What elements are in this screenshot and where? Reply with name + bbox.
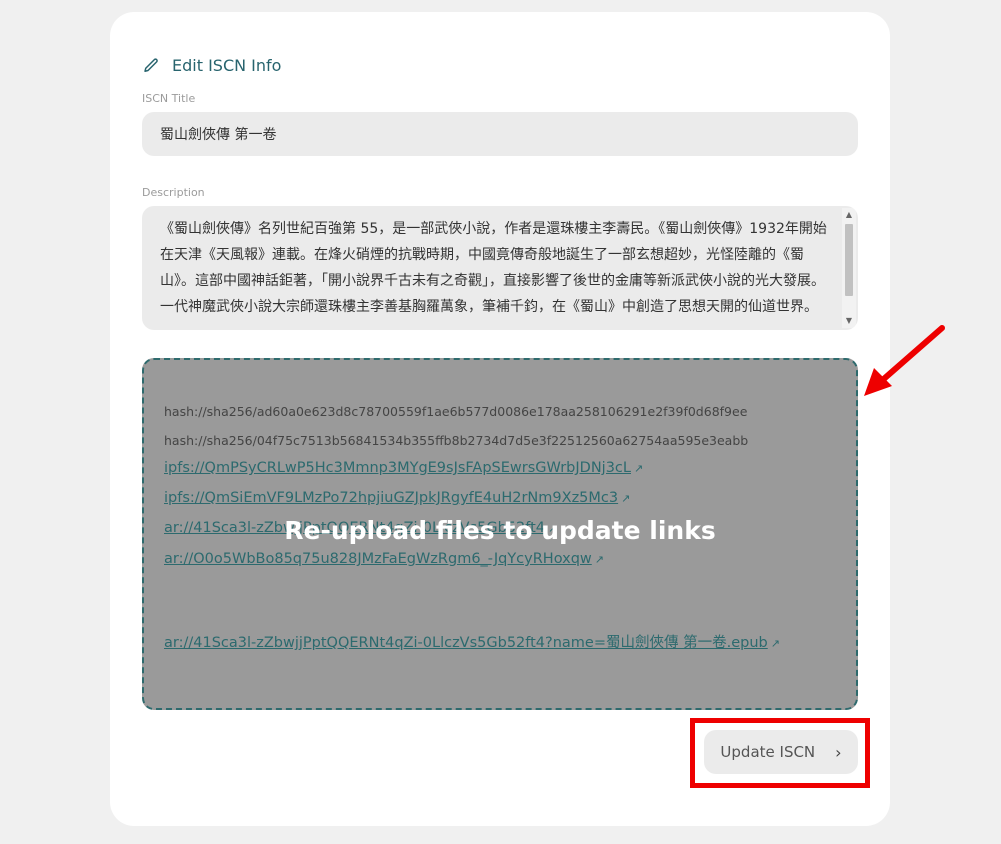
annotation-arrow-icon [864, 325, 945, 396]
external-link-icon: ↗ [594, 553, 604, 566]
iscn-title-label: ISCN Title [142, 92, 196, 105]
iscn-title-input[interactable]: 蜀山劍俠傳 第一卷 [142, 112, 858, 156]
description-text: 《蜀山劍俠傳》名列世紀百強第 55，是一部武俠小說，作者是還珠樓主李壽民。《蜀山… [160, 221, 827, 315]
pencil-icon [144, 57, 158, 72]
scroll-thumb[interactable] [845, 224, 853, 296]
hash-line: hash://sha256/ad60a0e623d8c78700559f1ae6… [164, 404, 748, 419]
description-textarea[interactable]: 《蜀山劍俠傳》名列世紀百強第 55，是一部武俠小說，作者是還珠樓主李壽民。《蜀山… [142, 206, 858, 330]
external-link-icon: ↗ [770, 637, 780, 650]
file-link[interactable]: ipfs://QmPSyCRLwP5Hc3Mmnp3MYgE9sJsFApSEw… [164, 460, 643, 476]
annotation-highlight-box [690, 718, 870, 788]
scroll-down-icon[interactable]: ▼ [842, 314, 856, 328]
external-link-icon: ↗ [633, 462, 644, 475]
external-link-icon: ↗ [621, 492, 631, 505]
description-label: Description [142, 186, 205, 199]
hash-line: hash://sha256/04f75c7513b56841534b355ffb… [164, 433, 749, 448]
reupload-message: Re-upload files to update links [284, 516, 716, 545]
file-link[interactable]: ar://41Sca3l-zZbwjjPptQQERNt4qZi-0LlczVs… [164, 631, 780, 652]
file-link[interactable]: ipfs://QmSiEmVF9LMzPo72hpjiuGZJpkJRgyfE4… [164, 490, 630, 506]
scroll-up-icon[interactable]: ▲ [842, 208, 856, 222]
edit-iscn-card: Edit ISCN Info ISCN Title 蜀山劍俠傳 第一卷 Desc… [110, 12, 890, 826]
description-scrollbar[interactable]: ▲ ▼ [842, 208, 856, 328]
section-header: Edit ISCN Info [142, 56, 281, 75]
section-title: Edit ISCN Info [172, 56, 282, 75]
file-drop-zone[interactable]: hash://sha256/ad60a0e623d8c78700559f1ae6… [142, 358, 858, 710]
file-link[interactable]: ar://O0o5WbBo85q75u828JMzFaEgWzRgm6_-JqY… [164, 551, 604, 567]
